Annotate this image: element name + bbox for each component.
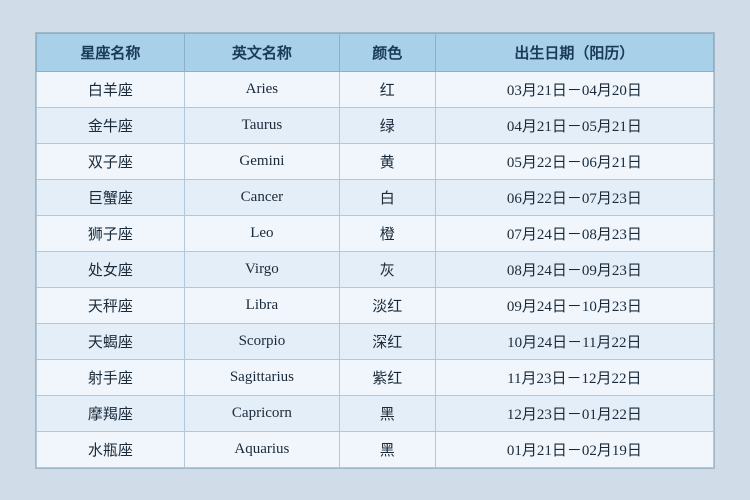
table-cell: 黑 [339,431,435,467]
table-cell: 橙 [339,215,435,251]
table-header-cell: 星座名称 [37,33,185,71]
table-cell: 09月24日－10月23日 [435,287,713,323]
table-header-cell: 英文名称 [184,33,339,71]
table-cell: 灰 [339,251,435,287]
table-row: 天蝎座Scorpio深红10月24日－11月22日 [37,323,714,359]
table-cell: 绿 [339,107,435,143]
table-row: 天秤座Libra淡红09月24日－10月23日 [37,287,714,323]
table-cell: 摩羯座 [37,395,185,431]
table-cell: Virgo [184,251,339,287]
table-cell: 白羊座 [37,71,185,107]
table-cell: 处女座 [37,251,185,287]
table-row: 白羊座Aries红03月21日－04月20日 [37,71,714,107]
table-cell: 04月21日－05月21日 [435,107,713,143]
table-cell: 黄 [339,143,435,179]
table-cell: 12月23日－01月22日 [435,395,713,431]
table-cell: Sagittarius [184,359,339,395]
table-cell: 01月21日－02月19日 [435,431,713,467]
table-cell: 05月22日－06月21日 [435,143,713,179]
table-cell: Taurus [184,107,339,143]
table-row: 水瓶座Aquarius黑01月21日－02月19日 [37,431,714,467]
table-cell: 金牛座 [37,107,185,143]
table-cell: Leo [184,215,339,251]
table-cell: 深红 [339,323,435,359]
table-cell: 射手座 [37,359,185,395]
table-cell: Aquarius [184,431,339,467]
table-row: 射手座Sagittarius紫红11月23日－12月22日 [37,359,714,395]
table-cell: 天秤座 [37,287,185,323]
table-cell: 10月24日－11月22日 [435,323,713,359]
table-row: 金牛座Taurus绿04月21日－05月21日 [37,107,714,143]
table-cell: 红 [339,71,435,107]
table-cell: 紫红 [339,359,435,395]
table-cell: 水瓶座 [37,431,185,467]
table-cell: 03月21日－04月20日 [435,71,713,107]
table-cell: 11月23日－12月22日 [435,359,713,395]
table-cell: 天蝎座 [37,323,185,359]
table-cell: 黑 [339,395,435,431]
table-cell: 白 [339,179,435,215]
table-cell: 淡红 [339,287,435,323]
table-cell: 狮子座 [37,215,185,251]
table-cell: 07月24日－08月23日 [435,215,713,251]
table-header-cell: 颜色 [339,33,435,71]
table-cell: Scorpio [184,323,339,359]
table-cell: Aries [184,71,339,107]
table-cell: 06月22日－07月23日 [435,179,713,215]
table-cell: Capricorn [184,395,339,431]
table-row: 双子座Gemini黄05月22日－06月21日 [37,143,714,179]
zodiac-table-container: 星座名称英文名称颜色出生日期（阳历） 白羊座Aries红03月21日－04月20… [35,32,715,469]
zodiac-table: 星座名称英文名称颜色出生日期（阳历） 白羊座Aries红03月21日－04月20… [36,33,714,468]
table-row: 巨蟹座Cancer白06月22日－07月23日 [37,179,714,215]
table-header-cell: 出生日期（阳历） [435,33,713,71]
table-cell: Cancer [184,179,339,215]
table-cell: Libra [184,287,339,323]
table-row: 摩羯座Capricorn黑12月23日－01月22日 [37,395,714,431]
table-cell: 08月24日－09月23日 [435,251,713,287]
table-header-row: 星座名称英文名称颜色出生日期（阳历） [37,33,714,71]
table-row: 处女座Virgo灰08月24日－09月23日 [37,251,714,287]
table-row: 狮子座Leo橙07月24日－08月23日 [37,215,714,251]
table-cell: 双子座 [37,143,185,179]
table-cell: 巨蟹座 [37,179,185,215]
table-cell: Gemini [184,143,339,179]
